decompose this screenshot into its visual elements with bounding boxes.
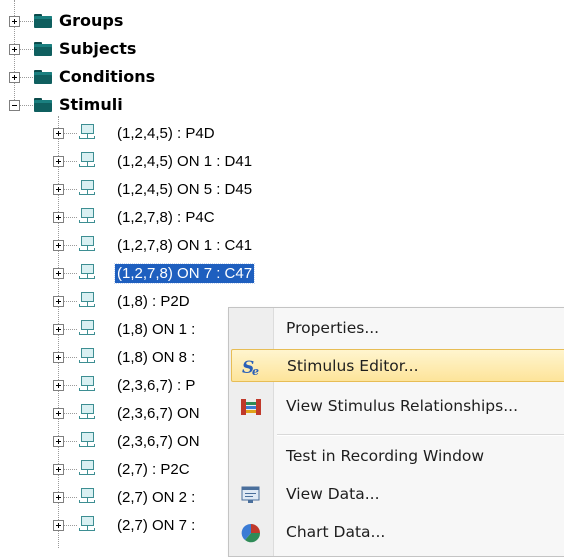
menu-item-label: Test in Recording Window [286,447,485,465]
expand-toggle[interactable] [53,352,64,363]
tree-item-stimulus[interactable]: (1,2,7,8) : P4C [0,204,330,232]
menu-item-view-data[interactable]: View Data... [231,478,564,511]
stimulus-label: (1,2,4,5) ON 1 : D41 [117,153,253,170]
stimulus-editor-icon: S e [241,356,263,378]
relationships-icon [240,396,262,418]
tree-item-stimulus[interactable]: (1,8) ON 8 : [0,344,226,372]
expand-toggle[interactable] [53,464,64,475]
menu-separator [277,434,564,436]
expand-toggle[interactable] [53,324,64,335]
context-menu: Properties... S e Stimulus Editor... Vie… [228,307,564,557]
chart-data-icon [240,522,262,544]
tree-folder-groups[interactable]: Groups [0,8,200,36]
folder-icon [34,42,52,56]
menu-item-properties[interactable]: Properties... [231,312,564,345]
expand-toggle[interactable] [53,156,64,167]
stimulus-label: (1,8) ON 1 : [117,321,196,338]
expand-toggle[interactable] [9,16,20,27]
menu-item-stimulus-editor[interactable]: S e Stimulus Editor... [231,349,564,382]
stimulus-node-icon [78,488,96,506]
folder-label: Subjects [59,39,137,58]
folder-label: Conditions [59,67,156,86]
tree-item-stimulus[interactable]: (2,7) ON 7 : [0,512,226,540]
tree-item-stimulus[interactable]: (1,2,4,5) : P4D [0,120,330,148]
folder-label: Groups [59,11,124,30]
view-data-icon [240,484,262,506]
expand-toggle[interactable] [53,268,64,279]
stimulus-label: (1,2,7,8) : P4C [117,209,215,226]
stimulus-node-icon [78,376,96,394]
folder-icon [34,70,52,84]
tree-item-stimulus[interactable]: (2,7) : P2C [0,456,226,484]
stimulus-label: (1,2,4,5) ON 5 : D45 [117,181,253,198]
expand-toggle[interactable] [53,492,64,503]
expand-toggle[interactable] [53,436,64,447]
tree-item-stimulus[interactable]: (1,2,4,5) ON 5 : D45 [0,176,330,204]
expand-toggle[interactable] [53,240,64,251]
tree-item-stimulus[interactable]: (2,3,6,7) ON [0,428,226,456]
tree-folder-conditions[interactable]: Conditions [0,64,200,92]
stimulus-label: (2,7) ON 2 : [117,489,196,506]
menu-item-chart-data[interactable]: Chart Data... [231,516,564,549]
tree-item-stimulus[interactable]: (1,2,7,8) ON 1 : C41 [0,232,330,260]
stimulus-node-icon [78,348,96,366]
menu-item-label: Chart Data... [286,523,386,541]
tree-item-stimulus[interactable]: (1,8) ON 1 : [0,316,226,344]
stimulus-label: (1,2,7,8) ON 7 : C47 [113,263,256,284]
stimulus-node-icon [78,320,96,338]
stimulus-node-icon [78,460,96,478]
folder-label: Stimuli [59,95,123,114]
stimulus-node-icon [78,404,96,422]
tree-item-stimulus-selected[interactable]: (1,2,7,8) ON 7 : C47 [0,260,330,288]
menu-item-label: View Stimulus Relationships... [286,397,518,415]
expand-toggle[interactable] [53,212,64,223]
expand-toggle[interactable] [53,296,64,307]
stimulus-label: (1,2,7,8) ON 1 : C41 [117,237,253,254]
stimulus-node-icon [78,292,96,310]
stimulus-label: (2,7) : P2C [117,461,190,478]
menu-item-label: Stimulus Editor... [287,357,419,375]
stimulus-node-icon [78,516,96,534]
stimulus-label: (2,7) ON 7 : [117,517,196,534]
stimulus-label: (1,2,4,5) : P4D [117,125,215,142]
svg-text:e: e [252,365,259,378]
menu-item-test-in-recording-window[interactable]: Test in Recording Window [231,440,564,473]
folder-icon [34,14,52,28]
collapse-toggle[interactable] [9,100,20,111]
tree-item-stimulus[interactable]: (1,8) : P2D [0,288,226,316]
stimulus-node-icon [78,208,96,226]
expand-toggle[interactable] [53,408,64,419]
stimulus-label: (1,8) : P2D [117,293,190,310]
expand-toggle[interactable] [9,72,20,83]
stimulus-node-icon [78,236,96,254]
tree-item-stimulus[interactable]: (2,3,6,7) : P [0,372,226,400]
stimulus-node-icon [78,264,96,282]
tree-folder-stimuli[interactable]: Stimuli [0,92,200,120]
menu-item-label: View Data... [286,485,380,503]
expand-toggle[interactable] [53,184,64,195]
folder-icon [34,98,52,112]
stimulus-label: (1,8) ON 8 : [117,349,196,366]
stimulus-label: (2,3,6,7) ON [117,433,200,450]
menu-item-label: Properties... [286,319,380,337]
tree-item-stimulus[interactable]: (1,2,4,5) ON 1 : D41 [0,148,330,176]
stimulus-node-icon [78,152,96,170]
tree-item-stimulus[interactable]: (2,7) ON 2 : [0,484,226,512]
expand-toggle[interactable] [53,380,64,391]
menu-item-view-stimulus-relationships[interactable]: View Stimulus Relationships... [231,390,564,423]
expand-toggle[interactable] [53,128,64,139]
tree-folder-subjects[interactable]: Subjects [0,36,200,64]
stimulus-node-icon [78,124,96,142]
expand-toggle[interactable] [53,520,64,531]
stimulus-label: (2,3,6,7) : P [117,377,196,394]
tree-item-stimulus[interactable]: (2,3,6,7) ON [0,400,226,428]
stimulus-node-icon [78,180,96,198]
stimulus-node-icon [78,432,96,450]
expand-toggle[interactable] [9,44,20,55]
stimulus-label: (2,3,6,7) ON [117,405,200,422]
